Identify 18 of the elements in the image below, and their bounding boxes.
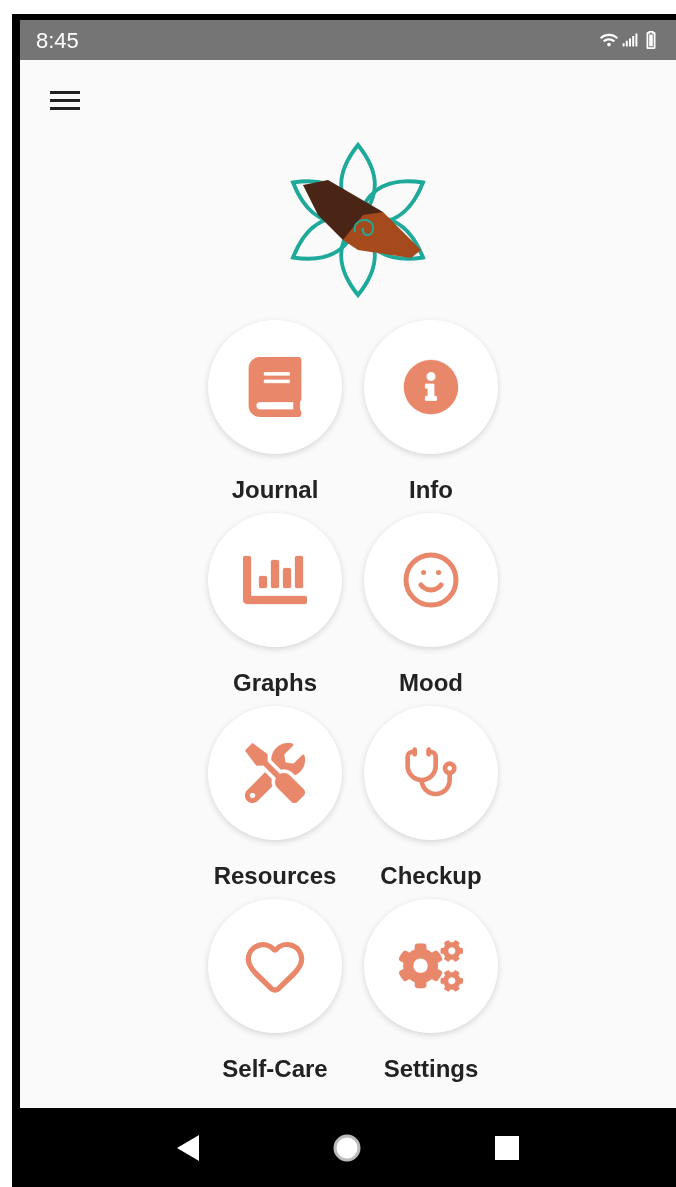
tile-label: Resources — [213, 861, 337, 891]
tile-label: Graphs — [233, 668, 317, 698]
back-icon[interactable] — [176, 1134, 199, 1161]
tile-label: Self-Care — [222, 1054, 328, 1084]
recents-icon[interactable] — [495, 1135, 520, 1160]
tile-label: Checkup — [380, 861, 482, 891]
tile-label: Info — [409, 475, 453, 505]
info-icon — [403, 359, 459, 415]
status-time: 8:45 — [36, 26, 79, 55]
tile-label: Mood — [399, 668, 463, 698]
home-icon[interactable] — [332, 1132, 362, 1163]
smiley-face-icon — [401, 550, 461, 610]
tile-label: Settings — [383, 1054, 479, 1084]
tile-label: Journal — [231, 475, 319, 505]
wifi-icon — [600, 31, 618, 49]
wrench-screwdriver-icon — [245, 743, 305, 803]
book-icon — [245, 357, 305, 417]
signal-icon — [622, 32, 638, 48]
